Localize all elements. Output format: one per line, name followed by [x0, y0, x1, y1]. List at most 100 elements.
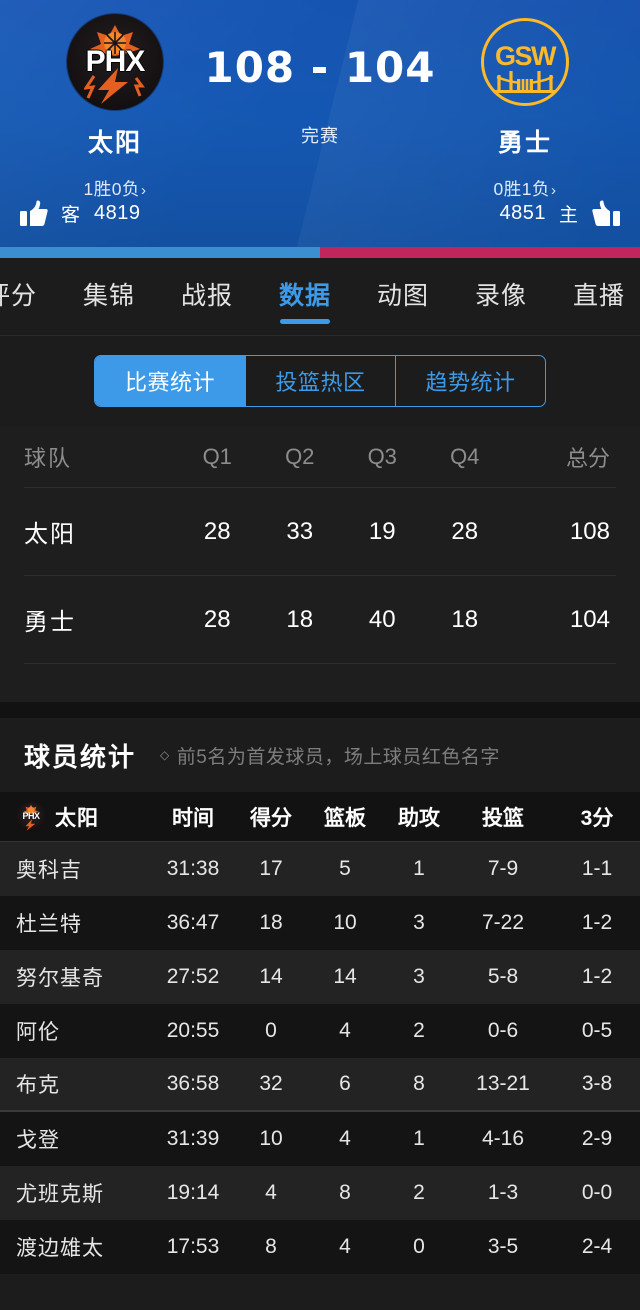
player-name: 尤班克斯 — [16, 1183, 104, 1206]
home-team-name: 勇士 — [497, 129, 552, 157]
row-team-name: 太阳 — [24, 521, 76, 548]
player-threepointers: 3-8 — [581, 1072, 613, 1095]
player-points: 14 — [259, 965, 283, 988]
player-rebounds: 5 — [339, 857, 351, 880]
team-label: 太阳 — [55, 806, 99, 830]
table-row[interactable]: 杜兰特 36:47 18 10 3 7-22 1-2 — [0, 896, 640, 950]
away-vote-label: 客 — [61, 205, 82, 226]
player-threepointers: 2-9 — [581, 1127, 613, 1150]
tab-luxiang[interactable]: 录像 — [452, 258, 550, 335]
player-rebounds: 14 — [333, 965, 357, 988]
player-rebounds: 4 — [339, 1235, 351, 1258]
phoenix-suns-mini-logo-icon: PHX — [16, 801, 46, 832]
home-vote-group[interactable]: 4851 主 — [499, 200, 620, 227]
table-row[interactable]: 努尔基奇 27:52 14 14 3 5-8 1-2 — [0, 950, 640, 1004]
col-header-team: 球队 — [24, 445, 73, 471]
player-assists: 2 — [413, 1019, 425, 1042]
segment-match-stats[interactable]: 比赛统计 — [95, 356, 245, 406]
tab-jijin[interactable]: 集锦 — [60, 258, 158, 335]
away-vote-group[interactable]: 客 4819 — [20, 200, 141, 227]
quarter-score-table: 球队 Q1 Q2 Q3 Q4 总分 太阳 28 33 19 28 108 勇士 … — [0, 426, 640, 664]
row-q2: 33 — [286, 517, 314, 545]
player-name: 努尔基奇 — [16, 967, 104, 990]
player-time: 36:47 — [166, 911, 220, 934]
player-name: 戈登 — [16, 1129, 60, 1152]
phx-wordmark: PHX — [22, 810, 40, 821]
tab-label: 数据 — [278, 281, 331, 310]
player-name: 阿伦 — [16, 1021, 60, 1044]
home-team-record[interactable]: 0胜1负› — [405, 176, 640, 201]
row-team-name: 勇士 — [24, 609, 76, 636]
row-q1: 28 — [203, 605, 231, 633]
player-name: 布克 — [16, 1074, 60, 1097]
player-rebounds: 4 — [339, 1019, 351, 1042]
player-fieldgoals: 7-22 — [481, 911, 525, 934]
player-fieldgoals: 4-16 — [481, 1127, 525, 1150]
player-points: 32 — [259, 1072, 283, 1095]
player-threepointers: 0-0 — [581, 1181, 613, 1204]
player-fieldgoals: 5-8 — [487, 965, 519, 988]
phoenix-suns-logo-icon: PHX — [67, 14, 163, 110]
col-header-q4: Q4 — [450, 443, 480, 469]
col-header-q1: Q1 — [202, 443, 232, 469]
stats-segment-control: 比赛统计 投篮热区 趋势统计 — [94, 355, 546, 407]
player-fieldgoals: 3-5 — [487, 1235, 519, 1258]
player-rebounds: 10 — [333, 911, 357, 934]
col-header-threepointers: 3分 — [580, 806, 614, 830]
player-threepointers: 1-2 — [581, 965, 613, 988]
home-team-block[interactable]: GSW 勇士 0胜1负› — [405, 0, 640, 201]
player-fieldgoals: 1-3 — [487, 1181, 519, 1204]
vote-bar-home-fill — [320, 247, 640, 258]
table-row[interactable]: 渡边雄太 17:53 8 4 0 3-5 2-4 — [0, 1220, 640, 1274]
table-row[interactable]: 布克 36:58 32 6 8 13-21 3-8 — [0, 1058, 640, 1112]
chevron-right-icon: › — [550, 182, 557, 199]
section-tabbar: 评分 集锦 战报 数据 动图 录像 直播 — [0, 258, 640, 336]
player-points: 10 — [259, 1127, 283, 1150]
tab-dongtu[interactable]: 动图 — [354, 258, 452, 335]
table-row[interactable]: 戈登 31:39 10 4 1 4-16 2-9 — [0, 1112, 640, 1166]
scoreboard-header: PHX 太阳 1胜0负› 108 - 104 完赛 GSW 勇士 0胜1负› 客… — [0, 0, 640, 258]
thumbs-up-icon[interactable] — [20, 200, 48, 227]
bay-bridge-icon — [495, 71, 555, 93]
section-divider-band — [0, 702, 640, 718]
col-header-points: 得分 — [250, 806, 292, 830]
table-row: 太阳 28 33 19 28 108 — [24, 488, 616, 576]
player-name: 杜兰特 — [16, 913, 82, 936]
player-time: 31:38 — [166, 857, 220, 880]
page-title: 球员统计 — [24, 741, 137, 772]
tab-label: 集锦 — [82, 281, 135, 310]
table-row[interactable]: 奥科吉 31:38 17 5 1 7-9 1-1 — [0, 842, 640, 896]
tab-zhibo[interactable]: 直播 — [550, 258, 640, 335]
table-row[interactable]: 阿伦 20:55 0 4 2 0-6 0-5 — [0, 1004, 640, 1058]
player-fieldgoals: 7-9 — [487, 857, 519, 880]
player-time: 19:14 — [166, 1181, 220, 1204]
player-points: 0 — [265, 1019, 277, 1042]
away-team-record[interactable]: 1胜0负› — [0, 176, 235, 201]
row-q2: 18 — [286, 605, 314, 633]
tab-label: 录像 — [474, 281, 527, 310]
tab-label: 评分 — [0, 281, 37, 310]
player-time: 31:39 — [166, 1127, 220, 1150]
quarter-table-header-row: 球队 Q1 Q2 Q3 Q4 总分 — [24, 426, 616, 488]
player-points: 17 — [259, 857, 283, 880]
tab-label: 直播 — [572, 281, 625, 310]
row-q4: 18 — [451, 605, 479, 633]
player-assists: 8 — [413, 1072, 425, 1095]
row-q3: 19 — [368, 517, 396, 545]
segment-trend-stats[interactable]: 趋势统计 — [395, 356, 545, 406]
player-assists: 1 — [413, 857, 425, 880]
vote-bar-away-fill — [0, 247, 320, 258]
segment-shot-chart[interactable]: 投篮热区 — [245, 356, 395, 406]
note-text: 前5名为首发球员，场上球员红色名字 — [176, 746, 500, 768]
tab-shuju[interactable]: 数据 — [256, 258, 354, 335]
row-total: 104 — [569, 605, 610, 633]
tab-pingfen[interactable]: 评分 — [0, 258, 60, 335]
golden-state-warriors-logo-icon: GSW — [477, 14, 573, 110]
player-time: 36:58 — [166, 1072, 220, 1095]
player-stats-header: 球员统计 ◇ 前5名为首发球员，场上球员红色名字 — [0, 718, 640, 792]
thumbs-up-icon[interactable] — [592, 200, 620, 227]
player-stats-table: PHX 太阳 时间 得分 篮板 助攻 投篮 3分 奥科吉 31:38 17 5 … — [0, 792, 640, 1274]
table-row[interactable]: 尤班克斯 19:14 4 8 2 1-3 0-0 — [0, 1166, 640, 1220]
tab-zhanbao[interactable]: 战报 — [158, 258, 256, 335]
col-header-assists: 助攻 — [398, 806, 440, 830]
